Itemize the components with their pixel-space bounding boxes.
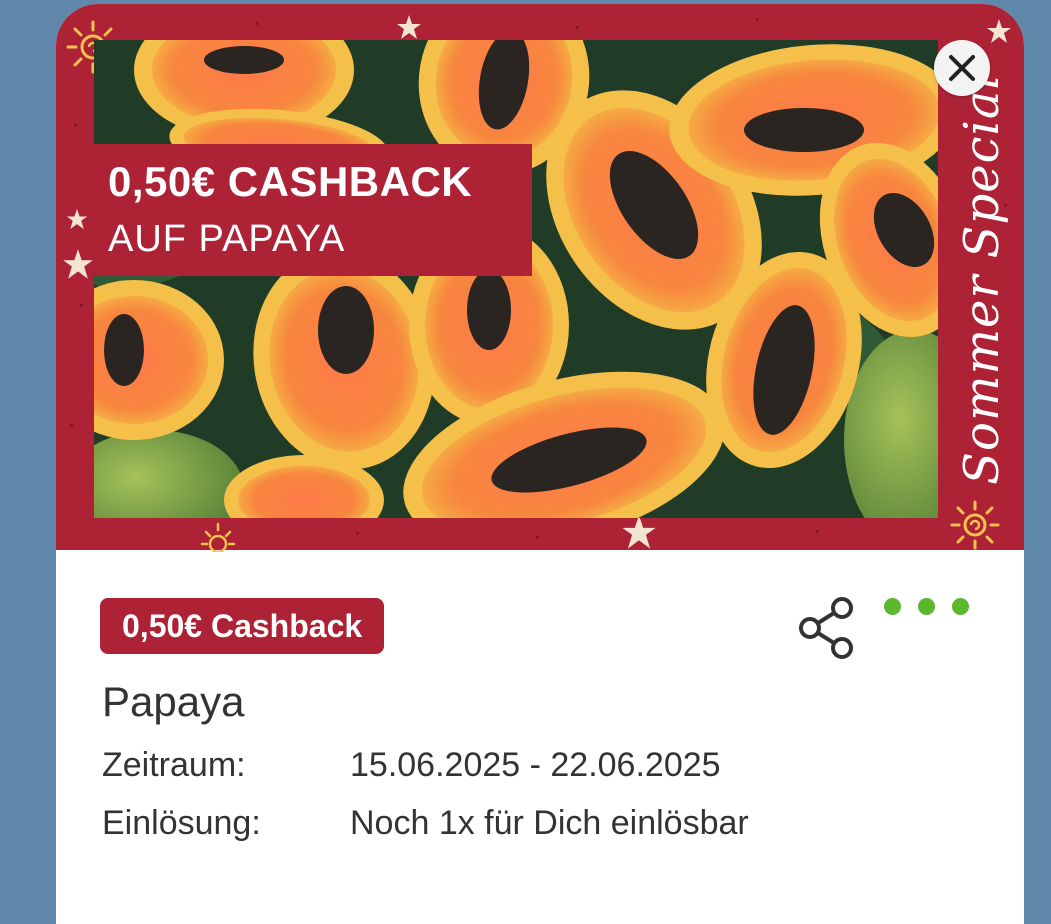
offer-details: 0,50€ Cashback Papaya Zeitraum: 15.06.20… xyxy=(56,550,1024,924)
close-icon xyxy=(949,55,975,81)
sun-icon xyxy=(950,500,1000,550)
cashback-badge: 0,50€ Cashback xyxy=(100,598,385,654)
sun-icon xyxy=(200,522,236,552)
cashback-overlay: 0,50€ CASHBACK AUF PAPAYA xyxy=(94,144,532,276)
share-icon xyxy=(799,597,853,659)
redeem-value: Noch 1x für Dich einlösbar xyxy=(350,804,749,842)
period-label: Zeitraum: xyxy=(102,746,246,784)
overlay-headline: 0,50€ CASHBACK xyxy=(108,158,473,205)
close-button[interactable] xyxy=(934,40,990,96)
star-icon xyxy=(987,19,1011,43)
overlay-subline: AUF PAPAYA xyxy=(108,218,346,260)
star-icon xyxy=(63,249,93,279)
papaya-photo xyxy=(94,40,938,518)
sommer-special-label: Sommer Special xyxy=(954,73,1010,485)
star-icon xyxy=(397,15,421,39)
share-button[interactable] xyxy=(796,596,856,660)
star-icon xyxy=(622,515,656,549)
more-dots-icon[interactable] xyxy=(884,598,976,618)
offer-card: 0,50€ CASHBACK AUF PAPAYA Sommer Special… xyxy=(56,4,1024,924)
offer-title: Papaya xyxy=(102,678,245,725)
period-value: 15.06.2025 - 22.06.2025 xyxy=(350,746,721,784)
offer-banner: 0,50€ CASHBACK AUF PAPAYA Sommer Special xyxy=(56,4,1024,552)
redeem-label: Einlösung: xyxy=(102,804,261,842)
star-icon xyxy=(66,208,88,230)
